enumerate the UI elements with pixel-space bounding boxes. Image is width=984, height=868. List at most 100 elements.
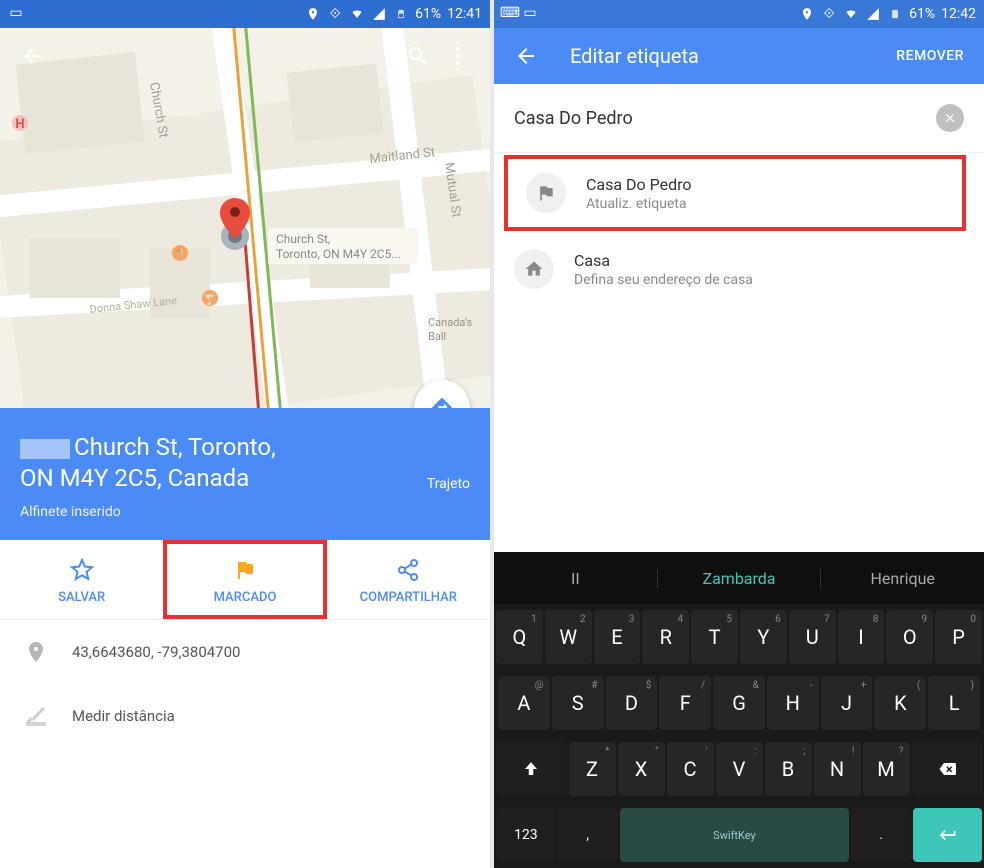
kb-key-x[interactable]: X" xyxy=(618,742,665,796)
kb-key-v[interactable]: V: xyxy=(716,742,763,796)
coords-row[interactable]: 43,6643680, -79,3804700 xyxy=(0,620,490,684)
poi-label: Ball xyxy=(428,330,446,343)
kb-shift-key[interactable] xyxy=(496,742,567,796)
kb-key-l[interactable]: L) xyxy=(928,676,980,730)
suggestion-title: Casa xyxy=(574,251,753,270)
kb-key-e[interactable]: E3 xyxy=(594,610,641,664)
screenshot-icon: ▭ xyxy=(8,5,24,21)
coords-text: 43,6643680, -79,3804700 xyxy=(72,643,240,661)
signal-icon xyxy=(371,6,387,22)
trajeto-label[interactable]: Trajeto xyxy=(427,476,470,492)
marked-label: MARCADO xyxy=(214,590,277,605)
svg-text:🍴: 🍴 xyxy=(173,248,187,261)
share-action[interactable]: COMPARTILHAR xyxy=(327,540,490,619)
back-button[interactable] xyxy=(506,36,546,76)
kb-row-3: Z*X"C'V:B;N!M? xyxy=(494,736,984,802)
location-icon xyxy=(305,6,321,22)
suggestion-home[interactable]: Casa Defina seu endereço de casa xyxy=(494,233,984,305)
map-top-bar xyxy=(0,28,490,84)
clock-time: 12:42 xyxy=(941,6,976,22)
wifi-icon xyxy=(349,6,365,22)
svg-text:🍸: 🍸 xyxy=(204,293,216,306)
battery-percent: 61% xyxy=(415,6,441,22)
battery-icon xyxy=(887,6,903,22)
location-icon xyxy=(799,6,815,22)
kb-key-u[interactable]: U7 xyxy=(789,610,836,664)
save-label: SALVAR xyxy=(58,590,105,605)
kb-backspace-key[interactable] xyxy=(912,742,983,796)
overflow-menu-button[interactable] xyxy=(438,36,478,76)
kb-space-key[interactable]: SwiftKey xyxy=(620,808,850,862)
suggestion-sub: Defina seu endereço de casa xyxy=(574,272,753,288)
kb-key-t[interactable]: T5 xyxy=(691,610,738,664)
svg-text:Church St,: Church St, xyxy=(276,232,330,246)
action-row: SALVAR MARCADO COMPARTILHAR xyxy=(0,540,490,620)
kb-key-f[interactable]: F/ xyxy=(659,676,711,730)
kb-comma-key[interactable]: , xyxy=(558,808,618,862)
keyboard-suggestions: II Zambarda Henrique xyxy=(494,552,984,604)
screenshot-icon: ▭ xyxy=(522,5,538,21)
measure-text: Medir distância xyxy=(72,707,175,725)
kb-key-k[interactable]: K( xyxy=(874,676,926,730)
measure-row[interactable]: Medir distância xyxy=(0,684,490,748)
address-title: Church St, Toronto, ON M4Y 2C5, Canada xyxy=(20,432,470,494)
kb-sym-key[interactable]: 123 xyxy=(496,808,556,862)
status-bar: ⌨ ▭ ⟐ 61% 12:42 xyxy=(494,0,984,28)
kb-suggestion[interactable]: Henrique xyxy=(821,569,984,588)
kb-key-y[interactable]: Y6 xyxy=(740,610,787,664)
kb-key-g[interactable]: G& xyxy=(713,676,765,730)
kb-row-4: 123 , SwiftKey . xyxy=(494,802,984,868)
vibrate-icon: ⟐ xyxy=(327,6,343,22)
kb-period-key[interactable]: . xyxy=(851,808,911,862)
save-action[interactable]: SALVAR xyxy=(0,540,163,619)
kb-key-o[interactable]: O9 xyxy=(886,610,933,664)
kb-key-c[interactable]: C' xyxy=(667,742,714,796)
svg-text:Toronto, ON M4Y 2C5...: Toronto, ON M4Y 2C5... xyxy=(276,247,401,261)
label-input[interactable] xyxy=(514,108,936,129)
suggestion-flag[interactable]: Casa Do Pedro Atualiz. etiqueta xyxy=(506,157,964,229)
battery-percent: 61% xyxy=(909,6,935,22)
kb-key-q[interactable]: Q1 xyxy=(496,610,543,664)
clear-input-button[interactable] xyxy=(936,104,964,132)
kb-key-m[interactable]: M? xyxy=(863,742,910,796)
kb-key-j[interactable]: J+ xyxy=(821,676,873,730)
kb-suggestion-active[interactable]: Zambarda xyxy=(657,569,822,588)
kb-key-p[interactable]: P0 xyxy=(935,610,982,664)
kb-enter-key[interactable] xyxy=(913,808,982,862)
status-bar: ▭ ⟐ 61% 12:41 xyxy=(0,0,490,28)
vibrate-icon: ⟐ xyxy=(821,6,837,22)
kb-key-d[interactable]: D$ xyxy=(606,676,658,730)
label-input-row xyxy=(494,84,984,153)
kb-key-s[interactable]: S# xyxy=(552,676,604,730)
battery-icon xyxy=(393,6,409,22)
remove-button[interactable]: REMOVER xyxy=(896,48,964,64)
kb-key-b[interactable]: B; xyxy=(765,742,812,796)
keyboard: II Zambarda Henrique Q1W2E3R4T5Y6U7I8O9P… xyxy=(494,552,984,868)
marked-action[interactable]: MARCADO xyxy=(163,540,326,619)
kb-key-z[interactable]: Z* xyxy=(569,742,616,796)
kb-row-1: Q1W2E3R4T5Y6U7I8O9P0 xyxy=(494,604,984,670)
kb-key-a[interactable]: A@ xyxy=(498,676,550,730)
kb-key-n[interactable]: N! xyxy=(814,742,861,796)
kb-key-w[interactable]: W2 xyxy=(545,610,592,664)
kb-key-i[interactable]: I8 xyxy=(838,610,885,664)
kb-key-h[interactable]: H- xyxy=(767,676,819,730)
wifi-icon xyxy=(843,6,859,22)
flag-icon xyxy=(526,173,566,213)
edit-label-header: Editar etiqueta REMOVER xyxy=(494,28,984,84)
pin-status: Alfinete inserido xyxy=(20,504,470,520)
signal-icon xyxy=(865,6,881,22)
back-button[interactable] xyxy=(12,36,52,76)
kb-row-2: A@S#D$F/G&H-J+K(L) xyxy=(494,670,984,736)
kb-key-r[interactable]: R4 xyxy=(642,610,689,664)
kb-suggestion[interactable]: II xyxy=(494,569,657,588)
svg-text:H: H xyxy=(15,117,24,132)
home-icon xyxy=(514,249,554,289)
map-view[interactable]: Church St Maitland St Mutual St Donna Sh… xyxy=(0,28,490,408)
search-button[interactable] xyxy=(398,36,438,76)
address-card: Church St, Toronto, ON M4Y 2C5, Canada T… xyxy=(0,408,490,540)
clock-time: 12:41 xyxy=(447,6,482,22)
keyboard-notif-icon: ⌨ xyxy=(502,5,518,21)
redacted-number xyxy=(20,439,70,459)
phone-right-edit-label: ⌨ ▭ ⟐ 61% 12:42 Editar etiqueta REMOVER xyxy=(494,0,984,868)
